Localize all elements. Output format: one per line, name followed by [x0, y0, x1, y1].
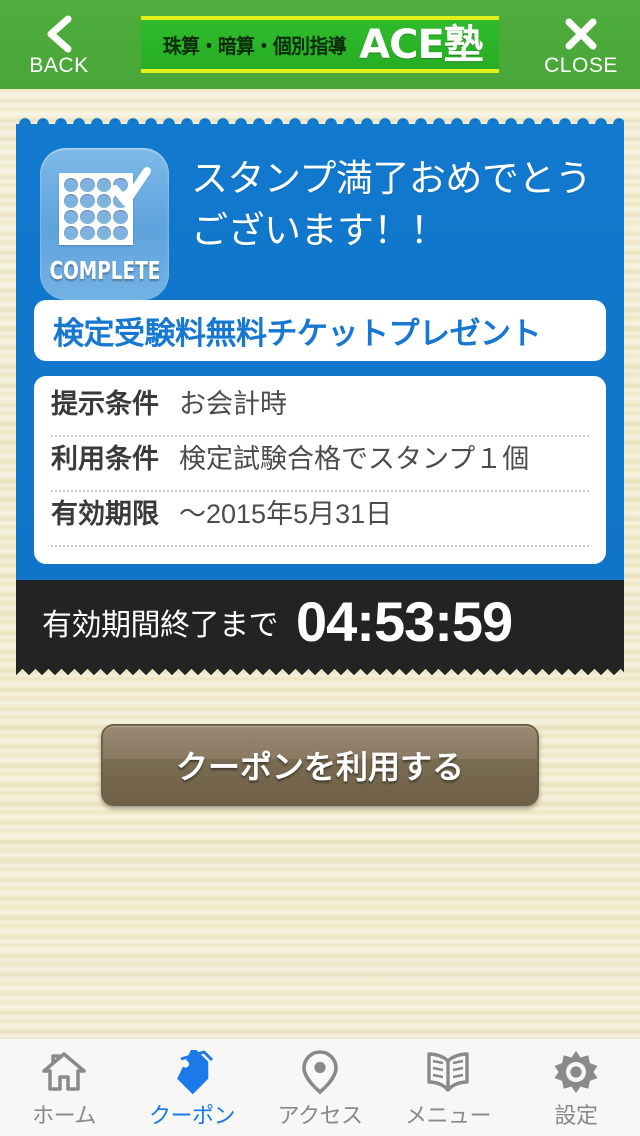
stamp-dot [80, 194, 95, 208]
coupon-title-pill: 検定受験料無料チケットプレゼント [34, 300, 606, 361]
stamp-dot [113, 226, 128, 240]
congratulations-message: スタンプ満了おめでとう ございます！！ [191, 153, 592, 257]
gear-icon [554, 1049, 598, 1095]
home-icon [41, 1049, 87, 1095]
card-bottom-zigzag-edge [16, 663, 624, 675]
tab-menu[interactable]: メニュー [384, 1039, 512, 1136]
back-button-label: BACK [29, 53, 89, 77]
detail-value: 〜2015年5月31日 [179, 499, 393, 529]
use-coupon-button[interactable]: クーポンを利用する [101, 724, 539, 806]
stamp-dot [80, 178, 95, 192]
detail-label: 提示条件 [51, 389, 159, 419]
stamp-dot [63, 194, 78, 208]
detail-label: 利用条件 [51, 444, 159, 474]
close-button-label: CLOSE [544, 53, 618, 77]
coupon-title-text: 検定受験料無料チケットプレゼント [53, 316, 542, 351]
stamp-dot [63, 226, 78, 240]
tab-access[interactable]: アクセス [256, 1039, 384, 1136]
stamp-dot [63, 210, 78, 224]
map-pin-icon [301, 1049, 339, 1095]
close-x-icon [562, 14, 600, 54]
coupon-card: COMPLETE スタンプ満了おめでとう ございます！！ 検定受験料無料チケット… [16, 113, 624, 675]
tab-label-settings: 設定 [554, 1103, 598, 1128]
tab-label-access: アクセス [277, 1103, 363, 1128]
shop-logo-subtitle: 珠算・暗算・個別指導 [163, 34, 347, 58]
chevron-left-icon [42, 14, 76, 54]
table-row: 利用条件 検定試験合格でスタンプ１個 [51, 437, 589, 492]
detail-value: 検定試験合格でスタンプ１個 [179, 444, 530, 474]
stamp-dot [96, 226, 111, 240]
tab-home[interactable]: ホーム [0, 1039, 128, 1136]
book-icon [425, 1049, 471, 1095]
shop-logo-title: ACE塾 [359, 21, 484, 68]
stamp-dot [80, 226, 95, 240]
coupon-card-header: COMPLETE スタンプ満了おめでとう ございます！！ [16, 128, 624, 300]
coupon-card-body: COMPLETE スタンプ満了おめでとう ございます！！ 検定受験料無料チケット… [16, 124, 624, 663]
app-header: BACK 珠算・暗算・個別指導 ACE塾 CLOSE [0, 0, 640, 89]
bottom-tab-bar: ホーム クーポン アクセス メニュー 設定 [0, 1038, 640, 1136]
tab-label-coupon: クーポン [148, 1103, 236, 1128]
close-button[interactable]: CLOSE [522, 8, 640, 82]
tab-coupon[interactable]: クーポン [128, 1039, 256, 1136]
countdown-bar: 有効期間終了まで 04:53:59 [16, 580, 624, 663]
detail-label: 有効期限 [51, 499, 159, 529]
complete-badge-label: COMPLETE [49, 256, 160, 285]
stamp-dot [80, 210, 95, 224]
table-row: 提示条件 お会計時 [51, 382, 589, 437]
card-top-scallop-edge [16, 113, 624, 124]
tab-label-menu: メニュー [404, 1103, 492, 1128]
stamp-dot [63, 178, 78, 192]
tab-label-home: ホーム [32, 1103, 96, 1128]
countdown-label: 有効期間終了まで [42, 608, 279, 642]
congratulations-line-2: ございます！！ [191, 210, 447, 251]
use-coupon-button-label: クーポンを利用する [175, 749, 464, 785]
table-row: 有効期限 〜2015年5月31日 [51, 492, 589, 547]
shop-logo-banner: 珠算・暗算・個別指導 ACE塾 [141, 16, 499, 73]
back-button[interactable]: BACK [0, 8, 118, 82]
coupon-detail-screen: BACK 珠算・暗算・個別指導 ACE塾 CLOSE COMPLETE スタンプ… [0, 0, 640, 1136]
check-icon [109, 167, 153, 220]
detail-table-spacer [51, 547, 589, 556]
countdown-timer: 04:53:59 [296, 589, 513, 653]
stamp-grid-wrap [58, 167, 153, 247]
coupon-detail-table: 提示条件 お会計時 利用条件 検定試験合格でスタンプ１個 有効期限 〜2015年… [34, 376, 606, 564]
congratulations-line-1: スタンプ満了おめでとう [191, 158, 592, 199]
tab-settings[interactable]: 設定 [512, 1039, 640, 1136]
detail-value: お会計時 [179, 389, 287, 419]
tag-icon [168, 1049, 216, 1095]
stamp-card-complete-icon: COMPLETE [40, 148, 169, 300]
